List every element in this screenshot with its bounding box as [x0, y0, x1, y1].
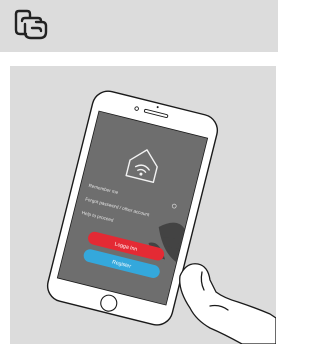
header-bar	[0, 0, 278, 52]
illustration-panel: Remember me Forgot password / other acco…	[10, 66, 276, 344]
touch-hand-icon	[14, 9, 48, 40]
hand-illustration	[179, 263, 276, 344]
phone-illustration: Remember me Forgot password / other acco…	[46, 90, 276, 344]
